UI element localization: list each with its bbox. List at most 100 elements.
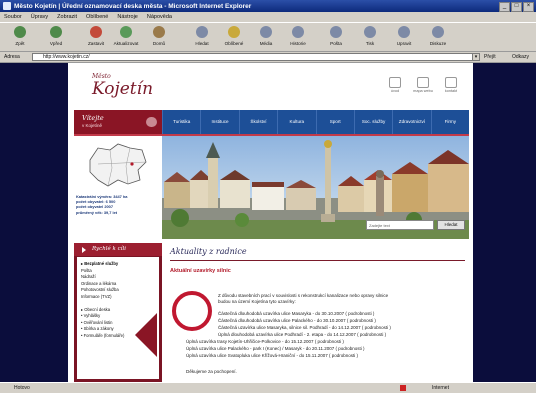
search-toolbar-button[interactable]: Hledat (188, 26, 216, 46)
sitemap-icon (417, 77, 429, 88)
quick-links-header: Rychlé k cíli (74, 243, 162, 256)
welcome-title: Vítejte (82, 114, 104, 122)
title-divider (170, 260, 465, 261)
quick-link-item[interactable]: Pohotovostní služba (81, 287, 119, 292)
refresh-icon (120, 26, 132, 38)
stop-button[interactable]: Zastavit (82, 26, 110, 46)
menu-favorites[interactable]: Oblíbené (86, 14, 108, 20)
home-link[interactable]: úvod (385, 77, 405, 93)
menu-bar: Soubor Úpravy Zobrazit Oblíbené Nástroje… (0, 12, 536, 22)
mail-icon (330, 26, 342, 38)
home-icon (389, 77, 401, 88)
site-search-input[interactable]: Zadejte text (366, 220, 434, 230)
site-search-button[interactable]: Hledat (437, 220, 465, 230)
nav-item-health[interactable]: Zdravotnictví (392, 110, 430, 134)
closure-item[interactable]: Úplná uzavírka ulice Svatopluka ulice Kř… (186, 353, 358, 358)
menu-file[interactable]: Soubor (4, 14, 22, 20)
quick-link-item[interactable]: ▸ Obecní deska (81, 307, 110, 312)
intro-line: Z důvodu stavebních prací v souvislosti … (218, 293, 389, 298)
quick-link-item[interactable]: ▸ Bezplatné služby (81, 261, 118, 266)
welcome-subtitle: v Kojetíně (82, 123, 103, 128)
menu-view[interactable]: Zobrazit (57, 14, 77, 20)
address-input[interactable]: http://www.kojetin.cz/ (32, 53, 480, 61)
quick-link-item[interactable]: • Formuláře (formuláře) (81, 333, 124, 338)
site-logo[interactable]: Kojetín (92, 79, 153, 99)
status-text: Hotovo (14, 385, 30, 391)
close-button[interactable]: × (523, 2, 534, 12)
media-icon (260, 26, 272, 38)
sitemap-link[interactable]: mapa webu (413, 77, 433, 93)
window-controls: _ □ × (499, 2, 534, 12)
quick-link-item[interactable]: • Vyhlášky (81, 313, 100, 318)
greeting-text: Děkujeme za pochopení. (186, 369, 237, 374)
address-label: Adresa (4, 54, 20, 60)
mail-button[interactable]: Pošta (322, 26, 350, 46)
home-button[interactable]: Domů (145, 26, 173, 46)
closure-item[interactable]: Částečná uzavírka ulice Masaryka, silnic… (218, 325, 391, 330)
nav-item-institutions[interactable]: Instituce (200, 110, 238, 134)
window-titlebar: Město Kojetín | Úřední oznamovací deska … (0, 0, 536, 12)
edit-icon (398, 26, 410, 38)
closure-item[interactable]: Úplná uzavírka ulice Palackého - park I … (186, 346, 365, 351)
no-entry-sign-icon (172, 291, 212, 331)
discuss-button[interactable]: Diskuze (424, 26, 452, 46)
contact-link[interactable]: kontakt (441, 77, 461, 93)
menu-tools[interactable]: Nástroje (117, 14, 137, 20)
nav-item-tourism[interactable]: Turistika (162, 110, 200, 134)
quick-link-item[interactable]: Pošta (81, 268, 92, 273)
quick-link-item[interactable]: Nádraží (81, 274, 96, 279)
closure-item[interactable]: Úplná dlouhodobá uzavírka ulice Podhradí… (218, 332, 386, 337)
closure-item[interactable]: Částečná dlouhodobá uzavírka ulice Masar… (218, 311, 374, 316)
intro-line: budou na území Kojetína tyto uzavírky: (218, 299, 296, 304)
search-icon (196, 26, 208, 38)
home-icon (153, 26, 165, 38)
nav-item-schools[interactable]: Školství (238, 110, 277, 134)
window-title: Město Kojetín | Úřední oznamovací deska … (14, 2, 252, 10)
back-button[interactable]: Zpět (6, 26, 34, 46)
history-button[interactable]: Historie (284, 26, 312, 46)
print-button[interactable]: Tisk (356, 26, 384, 46)
czech-map-icon (89, 143, 147, 187)
quick-link-item[interactable]: Ordinace a lékárna (81, 281, 116, 286)
quick-links-panel: Rychlé k cíli ▸ Bezplatné služby Pošta Nád… (74, 243, 162, 382)
zone-indicator: Internet (432, 385, 449, 391)
browser-toolbar: Zpět Vpřed Zastavit Aktualizovat Domů Hl… (0, 22, 536, 52)
quick-link-item[interactable]: • Sbírka a zákony (81, 326, 114, 331)
security-icon (400, 385, 406, 391)
region-map[interactable]: Katastrální výměra: 3447 ha počet obyvat… (74, 136, 162, 239)
favorites-button[interactable]: Oblíbené (220, 26, 248, 46)
edit-button[interactable]: Upravit (390, 26, 418, 46)
internet-explorer-icon (3, 2, 11, 10)
links-button[interactable]: Odkazy (512, 54, 529, 60)
nav-item-social[interactable]: Soc. služby (353, 110, 392, 134)
go-button[interactable]: Přejít (484, 54, 496, 60)
forward-arrow-icon (50, 26, 62, 38)
coat-of-arms-icon (146, 117, 157, 127)
refresh-button[interactable]: Aktualizovat (112, 26, 140, 46)
menu-help[interactable]: Nápověda (147, 14, 172, 20)
minimize-button[interactable]: _ (499, 2, 510, 12)
decorative-triangle (135, 313, 157, 357)
quick-link-item[interactable]: • Ověřování listin (81, 320, 113, 325)
media-button[interactable]: Média (252, 26, 280, 46)
arrow-right-icon (82, 247, 86, 253)
discuss-icon (432, 26, 444, 38)
closure-item[interactable]: Částečná dlouhodobá uzavírka ulice Palac… (218, 318, 376, 323)
main-navigation: Turistika Instituce Školství Kultura Spo… (162, 110, 469, 136)
forward-button[interactable]: Vpřed (42, 26, 70, 46)
quick-links-list: ▸ Bezplatné služby Pošta Nádraží Ordinace a… (77, 257, 159, 379)
printer-icon (364, 26, 376, 38)
back-arrow-icon (14, 26, 26, 38)
maximize-button[interactable]: □ (511, 2, 522, 12)
nav-item-culture[interactable]: Kultura (277, 110, 315, 134)
nav-item-companies[interactable]: Firmy (430, 110, 469, 134)
map-info: Katastrální výměra: 3447 ha počet obyvat… (76, 194, 128, 215)
address-dropdown-button[interactable]: ▾ (472, 53, 480, 61)
stop-icon (90, 26, 102, 38)
quick-link-item[interactable]: Informace (TVZ) (81, 294, 111, 299)
nav-item-sport[interactable]: Sport (315, 110, 354, 134)
address-bar: Adresa http://www.kojetin.cz/ ▾ Přejít O… (0, 52, 536, 63)
star-icon (228, 26, 240, 38)
menu-edit[interactable]: Úpravy (31, 14, 48, 20)
closure-item[interactable]: Úplná uzavírka trasy Kojetín-Uhřičice-Po… (186, 339, 344, 344)
